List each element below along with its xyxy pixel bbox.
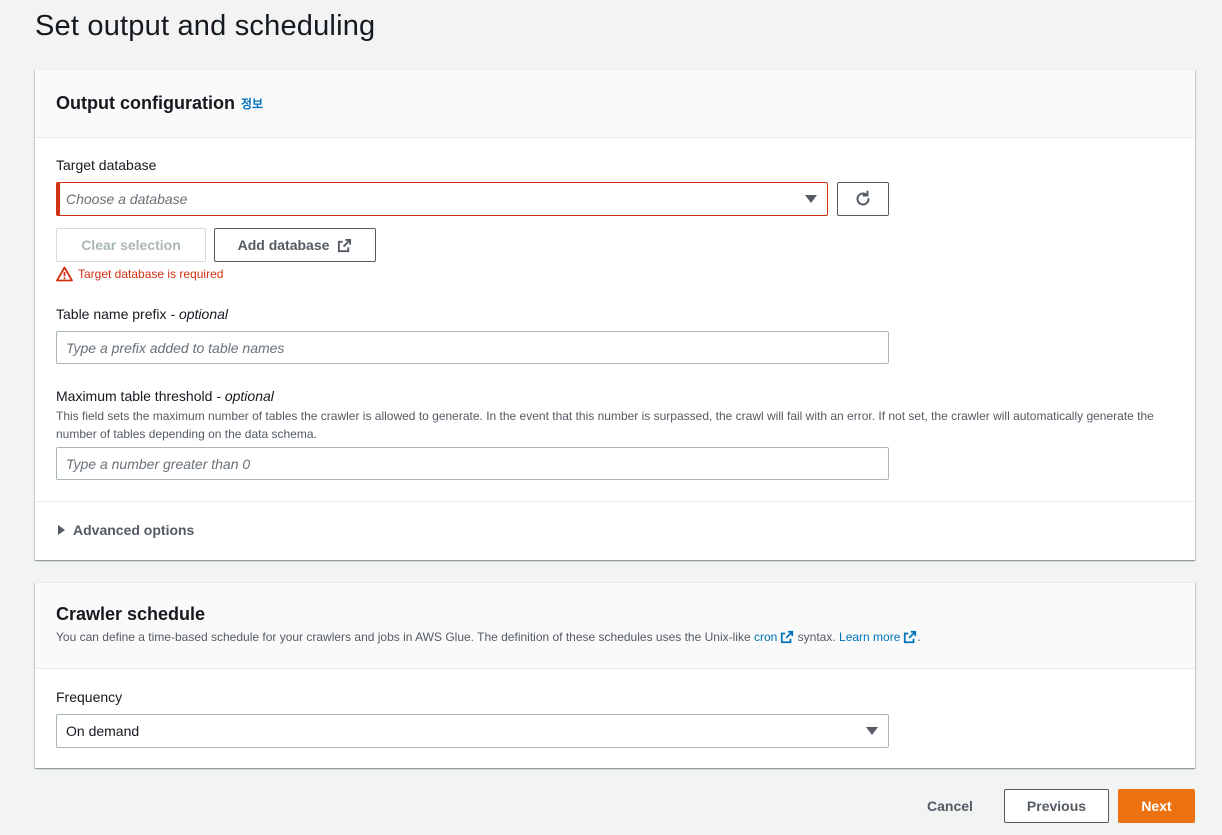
next-label: Next	[1141, 798, 1172, 814]
frequency-select[interactable]: On demand	[56, 714, 889, 748]
add-database-label: Add database	[237, 237, 330, 253]
add-database-button[interactable]: Add database	[214, 228, 376, 262]
threshold-input[interactable]	[56, 447, 889, 480]
external-link-icon	[338, 238, 352, 252]
frequency-value: On demand	[66, 723, 140, 739]
refresh-button[interactable]	[837, 182, 889, 216]
cron-link-label: cron	[753, 630, 778, 644]
threshold-description: This field sets the maximum number of ta…	[56, 409, 1154, 441]
threshold-label-text: Maximum table threshold	[56, 388, 213, 404]
target-database-select[interactable]: Choose a database	[56, 182, 828, 216]
table-prefix-optional: - optional	[170, 306, 228, 322]
target-database-error-text: Target database is required	[78, 267, 224, 281]
page-title: Set output and scheduling	[35, 10, 376, 42]
table-prefix-input[interactable]	[56, 331, 889, 364]
output-configuration-panel: Output configuration 정보 Target database …	[35, 69, 1195, 560]
table-prefix-label-text: Table name prefix	[56, 306, 167, 322]
schedule-desc-prefix: You can define a time-based schedule for…	[56, 630, 751, 644]
learn-more-label: Learn more	[839, 630, 901, 644]
crawler-schedule-description: You can define a time-based schedule for…	[56, 628, 1174, 646]
refresh-icon	[856, 190, 870, 206]
crawler-schedule-header: Crawler schedule You can define a time-b…	[35, 583, 1195, 669]
chevron-down-icon	[866, 727, 878, 735]
cron-link[interactable]: cron	[754, 630, 798, 644]
cancel-button[interactable]: Cancel	[912, 789, 988, 823]
crawler-schedule-panel: Crawler schedule You can define a time-b…	[35, 582, 1195, 768]
target-database-label: Target database	[56, 157, 157, 173]
clear-selection-label: Clear selection	[81, 237, 181, 253]
advanced-options-toggle[interactable]: Advanced options	[58, 522, 194, 538]
info-link[interactable]: 정보	[241, 95, 263, 112]
frequency-label: Frequency	[56, 689, 123, 705]
clear-selection-button[interactable]: Clear selection	[56, 228, 206, 262]
target-database-placeholder: Choose a database	[66, 191, 188, 207]
learn-more-link[interactable]: Learn more	[839, 630, 917, 644]
advanced-options-label: Advanced options	[73, 522, 195, 538]
chevron-down-icon	[805, 195, 817, 203]
warning-icon	[56, 266, 73, 282]
output-configuration-title: Output configuration	[56, 93, 235, 113]
crawler-schedule-title: Crawler schedule	[56, 604, 206, 624]
schedule-desc-end: .	[917, 630, 921, 644]
next-button[interactable]: Next	[1118, 789, 1195, 823]
external-link-icon	[904, 630, 917, 644]
table-prefix-label: Table name prefix - optional	[56, 306, 228, 322]
threshold-label: Maximum table threshold - optional	[56, 388, 274, 404]
external-link-icon	[781, 630, 794, 644]
cancel-label: Cancel	[927, 798, 973, 814]
target-database-error: Target database is required	[56, 266, 223, 282]
output-configuration-header: Output configuration 정보	[35, 70, 1195, 138]
schedule-desc-mid: syntax.	[797, 630, 836, 644]
caret-right-icon	[58, 525, 65, 535]
previous-label: Previous	[1026, 798, 1087, 814]
previous-button[interactable]: Previous	[1004, 789, 1109, 823]
threshold-optional: - optional	[216, 388, 274, 404]
advanced-divider	[35, 501, 1195, 502]
